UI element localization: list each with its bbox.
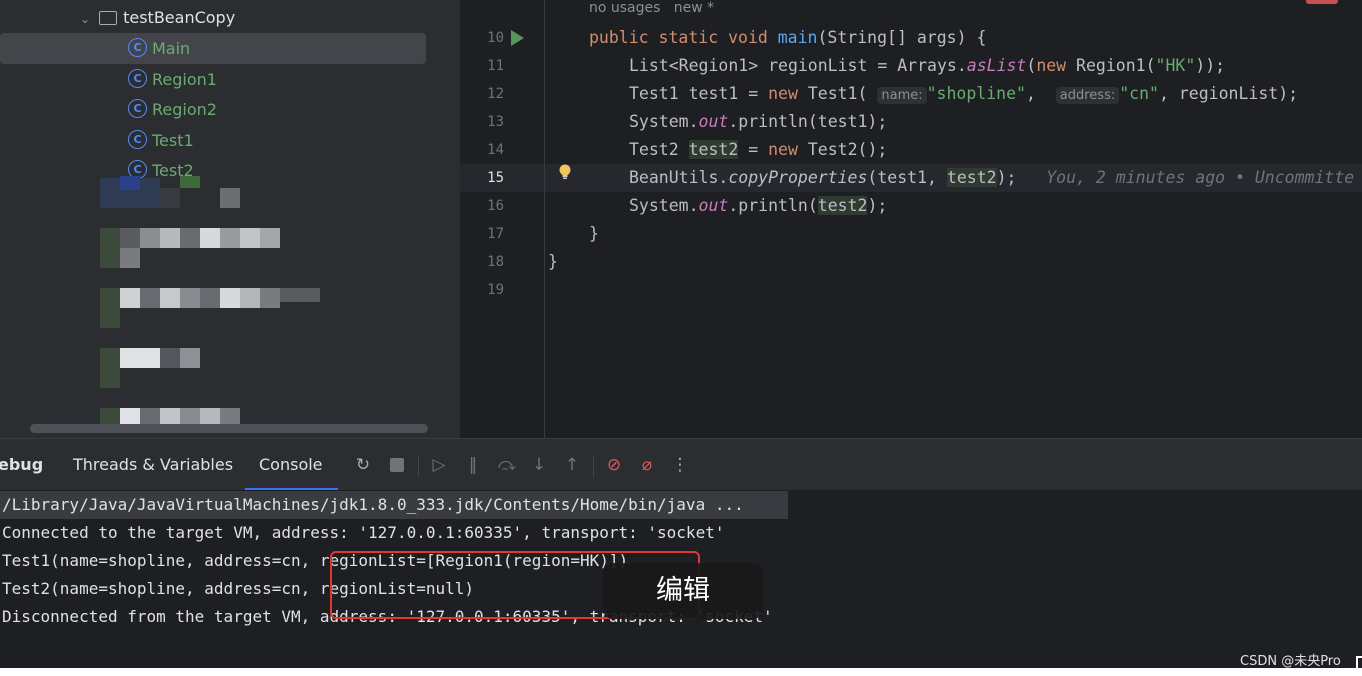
bottom-margin — [0, 668, 1362, 676]
class-icon: C — [128, 38, 147, 57]
folder-label: testBeanCopy — [123, 8, 236, 27]
tree-item-label: Test1 — [152, 131, 194, 150]
stop-icon[interactable] — [387, 455, 407, 475]
class-icon: C — [128, 99, 147, 118]
mute-breakpoints-icon[interactable]: ⌀ — [637, 455, 657, 475]
folder-icon — [99, 10, 118, 25]
code-line: public static void main(String[] args) { — [589, 28, 987, 47]
tree-item-label: Region2 — [152, 100, 217, 119]
line-number: 12 — [487, 86, 504, 102]
horizontal-scrollbar[interactable] — [30, 424, 428, 433]
tab-threads-variables[interactable]: Threads & Variables — [73, 455, 233, 474]
step-into-icon[interactable]: ↓ — [529, 455, 549, 475]
toolbar-separator — [593, 455, 594, 477]
edit-tooltip[interactable]: 编辑 — [603, 563, 763, 619]
class-icon: C — [128, 130, 147, 149]
tree-item-label: Main — [152, 39, 191, 58]
project-tree-panel: ⌄ testBeanCopy C Main C Region1 C Region2 C… — [0, 0, 460, 438]
step-out-icon[interactable]: ↑ — [562, 455, 582, 475]
pause-icon[interactable]: ‖ — [463, 455, 483, 475]
line-number: 18 — [487, 254, 504, 270]
gutter-divider — [544, 0, 545, 438]
tree-item-main[interactable]: C Main — [128, 34, 190, 64]
console-line: Connected to the target VM, address: '12… — [2, 523, 725, 542]
crop-corner-marker — [1356, 656, 1362, 672]
chevron-down-icon[interactable]: ⌄ — [80, 4, 94, 34]
code-line: Test1 test1 = new Test1( name: "shopline"… — [629, 84, 1299, 104]
line-number: 10 — [487, 30, 504, 46]
code-vision-hint[interactable]: no usages new * — [589, 0, 714, 16]
code-line: } — [589, 224, 599, 243]
tree-folder-testbeancopy[interactable]: ⌄ testBeanCopy — [80, 3, 235, 33]
console-line: /Library/Java/JavaVirtualMachines/jdk1.8… — [2, 495, 744, 514]
line-number: 14 — [487, 142, 504, 158]
code-line: System.out.println(test1); — [629, 112, 888, 131]
tab-console[interactable]: Console — [259, 455, 323, 474]
view-breakpoints-icon[interactable]: ⊘ — [604, 455, 624, 475]
code-line: System.out.println(test2); — [629, 196, 888, 215]
tab-debug[interactable]: ebug — [0, 455, 43, 474]
toolbar-separator — [418, 455, 419, 477]
debug-toolbar: ebug Threads & Variables Console ↻ ▷ ‖ ⤼… — [0, 438, 1362, 491]
code-line: Test2 test2 = new Test2(); — [629, 140, 888, 159]
line-number: 19 — [487, 282, 504, 298]
step-over-icon[interactable]: ⤼ — [497, 455, 517, 475]
resume-icon[interactable]: ▷ — [429, 455, 449, 475]
line-number: 15 — [487, 170, 504, 186]
param-hint-name: name: — [877, 87, 927, 104]
run-gutter-icon[interactable] — [511, 30, 524, 46]
tree-item-region2[interactable]: C Region2 — [128, 95, 217, 125]
rerun-icon[interactable]: ↻ — [353, 455, 373, 475]
param-hint-address: address: — [1055, 87, 1120, 104]
tree-item-test1[interactable]: C Test1 — [128, 126, 194, 156]
code-line: List<Region1> regionList = Arrays.asList… — [629, 56, 1226, 75]
class-icon: C — [128, 69, 147, 88]
tree-item-label: Region1 — [152, 70, 217, 89]
watermark: CSDN @未央Pro — [1240, 654, 1341, 669]
code-line: } — [548, 252, 558, 271]
line-number: 11 — [487, 58, 504, 74]
tree-item-region1[interactable]: C Region1 — [128, 65, 217, 95]
selected-row-highlight — [0, 33, 426, 64]
code-line: BeanUtils.copyProperties(test1, test2); … — [629, 168, 1355, 187]
line-number: 13 — [487, 114, 504, 130]
git-blame-inline: You, 2 minutes ago • Uncommitte — [1046, 168, 1355, 187]
more-options-icon[interactable]: ⋮ — [670, 455, 690, 475]
line-number: 17 — [487, 226, 504, 242]
notification-badge[interactable] — [1306, 0, 1338, 4]
lightbulb-icon[interactable] — [558, 164, 572, 180]
line-number: 16 — [487, 198, 504, 214]
